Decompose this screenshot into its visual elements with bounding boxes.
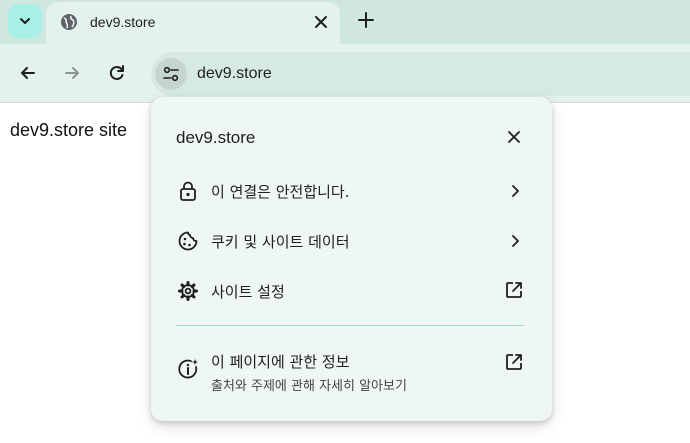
site-info-button[interactable]	[155, 58, 187, 90]
back-button[interactable]	[18, 63, 38, 83]
reload-button[interactable]	[107, 63, 127, 83]
url-text: dev9.store	[197, 65, 272, 82]
about-this-page-sublabel: 출처와 주제에 관해 자세히 알아보기	[211, 379, 407, 394]
connection-secure-item[interactable]: 이 연결은 안전합니다.	[151, 169, 552, 213]
chevron-down-icon	[20, 18, 30, 24]
tab-strip: dev9.store	[0, 0, 690, 44]
connection-secure-label: 이 연결은 안전합니다.	[211, 183, 350, 201]
site-info-popup: dev9.store 이 연결은 안전합니다. 쿠키 및 사이트 데이터 사이트…	[151, 97, 552, 421]
info-sparkle-icon	[178, 359, 198, 379]
browser-tab[interactable]: dev9.store	[46, 2, 340, 44]
site-settings-item[interactable]: 사이트 설정	[151, 269, 552, 313]
tab-search-button[interactable]	[8, 4, 42, 38]
about-this-page-item[interactable]: 이 페이지에 관한 정보 출처와 주제에 관해 자세히 알아보기	[151, 347, 552, 403]
forward-button[interactable]	[62, 63, 82, 83]
toolbar: dev9.store	[0, 44, 690, 103]
tab-title: dev9.store	[90, 14, 156, 30]
tune-icon	[163, 66, 179, 82]
external-link-icon	[506, 354, 522, 370]
page-content-text: dev9.store site	[10, 120, 128, 140]
about-this-page-label: 이 페이지에 관한 정보	[211, 353, 350, 371]
external-link-icon	[506, 282, 522, 298]
plus-icon[interactable]	[356, 10, 376, 30]
close-icon[interactable]	[506, 129, 522, 145]
cookies-site-data-label: 쿠키 및 사이트 데이터	[211, 233, 350, 251]
chevron-right-icon	[512, 235, 519, 247]
cookies-site-data-item[interactable]: 쿠키 및 사이트 데이터	[151, 219, 552, 263]
globe-icon	[61, 14, 77, 30]
cookie-icon	[178, 231, 198, 251]
chevron-right-icon	[512, 185, 519, 197]
address-bar[interactable]: dev9.store	[151, 52, 690, 96]
divider	[176, 325, 524, 326]
site-settings-label: 사이트 설정	[211, 283, 285, 301]
close-tab-icon[interactable]	[312, 13, 330, 31]
lock-icon	[180, 181, 196, 201]
gear-icon	[178, 281, 198, 301]
popup-title: dev9.store	[176, 128, 256, 147]
